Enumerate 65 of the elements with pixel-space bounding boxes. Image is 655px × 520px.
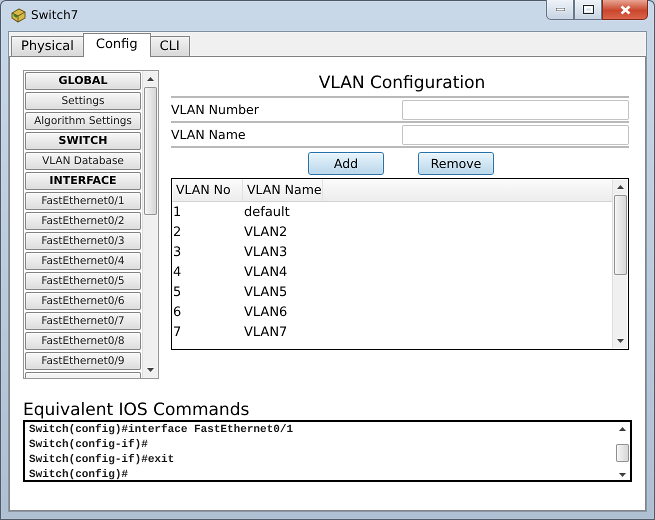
- sidebar-item[interactable]: FastEthernet0/7: [25, 312, 141, 330]
- down-arrow-icon: [147, 368, 154, 372]
- table-cell-text: VLAN2: [243, 224, 288, 242]
- section-header[interactable]: SWITCH: [25, 132, 141, 150]
- down-arrow-icon: [617, 339, 624, 343]
- table-cell-text: default: [243, 204, 290, 222]
- sidebar-item[interactable]: FastEthernet0/6: [25, 292, 141, 310]
- scroll-thumb[interactable]: [614, 195, 627, 275]
- close-button[interactable]: [602, 0, 648, 20]
- command-line: Switch(config-if)#exit: [29, 453, 176, 468]
- command-line: Switch(config-if)#: [29, 438, 149, 453]
- input-field[interactable]: [402, 100, 629, 120]
- sidebar-item[interactable]: FastEthernet0/9: [25, 352, 141, 370]
- up-arrow-icon: [617, 185, 624, 189]
- minimize-button[interactable]: [546, 0, 574, 20]
- table-cell-text: 5: [172, 284, 182, 302]
- sidebar-item[interactable]: VLAN Database: [25, 152, 141, 170]
- sidebar-item[interactable]: FastEthernet0/3: [25, 232, 141, 250]
- down-arrow-icon: [619, 473, 626, 477]
- input-field[interactable]: [402, 124, 629, 144]
- column-header[interactable]: VLAN No: [172, 179, 243, 201]
- section-title: VLAN Configuration: [171, 70, 629, 98]
- up-arrow-icon: [619, 427, 626, 431]
- section-title: Equivalent IOS Commands: [23, 400, 250, 420]
- tab[interactable]: Config: [82, 33, 151, 57]
- table-cell-text: VLAN5: [243, 284, 288, 302]
- sidebar-item[interactable]: FastEthernet0/5: [25, 272, 141, 290]
- table-cell-text: 2: [172, 224, 182, 242]
- maximize-button[interactable]: [574, 0, 602, 20]
- scrollbar[interactable]: [142, 71, 158, 378]
- section-header[interactable]: INTERFACE: [25, 172, 141, 190]
- minimize-icon: [556, 8, 564, 11]
- button[interactable]: Add: [308, 152, 384, 174]
- table-cell-text: 1: [172, 204, 182, 222]
- scrollbar[interactable]: [612, 179, 628, 349]
- app-icon: [10, 7, 26, 23]
- command-line: Switch(config)#interface FastEthernet0/1: [29, 423, 294, 438]
- scroll-thumb[interactable]: [144, 87, 157, 215]
- sidebar-item[interactable]: FastEthernet0/8: [25, 332, 141, 350]
- column-header[interactable]: VLAN Name: [243, 179, 323, 201]
- table-cell-text: 4: [172, 264, 182, 282]
- close-icon: [620, 4, 630, 14]
- table-cell-text: VLAN3: [243, 244, 288, 262]
- sidebar-item[interactable]: Settings: [25, 92, 141, 110]
- sidebar-item[interactable]: FastEthernet0/4: [25, 252, 141, 270]
- scroll-thumb[interactable]: [616, 444, 629, 462]
- table-cell-text: 7: [172, 324, 182, 342]
- table-cell-text: 6: [172, 304, 182, 322]
- up-arrow-icon: [147, 77, 154, 81]
- section-header[interactable]: GLOBAL: [25, 72, 141, 90]
- command-line: Switch(config)#: [29, 468, 130, 483]
- table-cell-text: 3: [172, 244, 182, 262]
- button[interactable]: Remove: [418, 152, 494, 174]
- table-cell-text: VLAN7: [243, 324, 288, 342]
- table-cell-text: VLAN4: [243, 264, 288, 282]
- field-label: VLAN Name: [171, 127, 246, 142]
- sidebar-item[interactable]: Algorithm Settings: [25, 112, 141, 130]
- table-cell-text: VLAN6: [243, 304, 288, 322]
- tab[interactable]: CLI: [150, 36, 190, 56]
- sidebar-item[interactable]: FastEthernet0/2: [25, 212, 141, 230]
- tab[interactable]: Physical: [11, 36, 84, 56]
- sidebar-item[interactable]: FastEthernet0/1: [25, 192, 141, 210]
- maximize-icon: [582, 5, 594, 14]
- field-label: VLAN Number: [171, 102, 259, 117]
- window-title: Switch7: [31, 8, 78, 22]
